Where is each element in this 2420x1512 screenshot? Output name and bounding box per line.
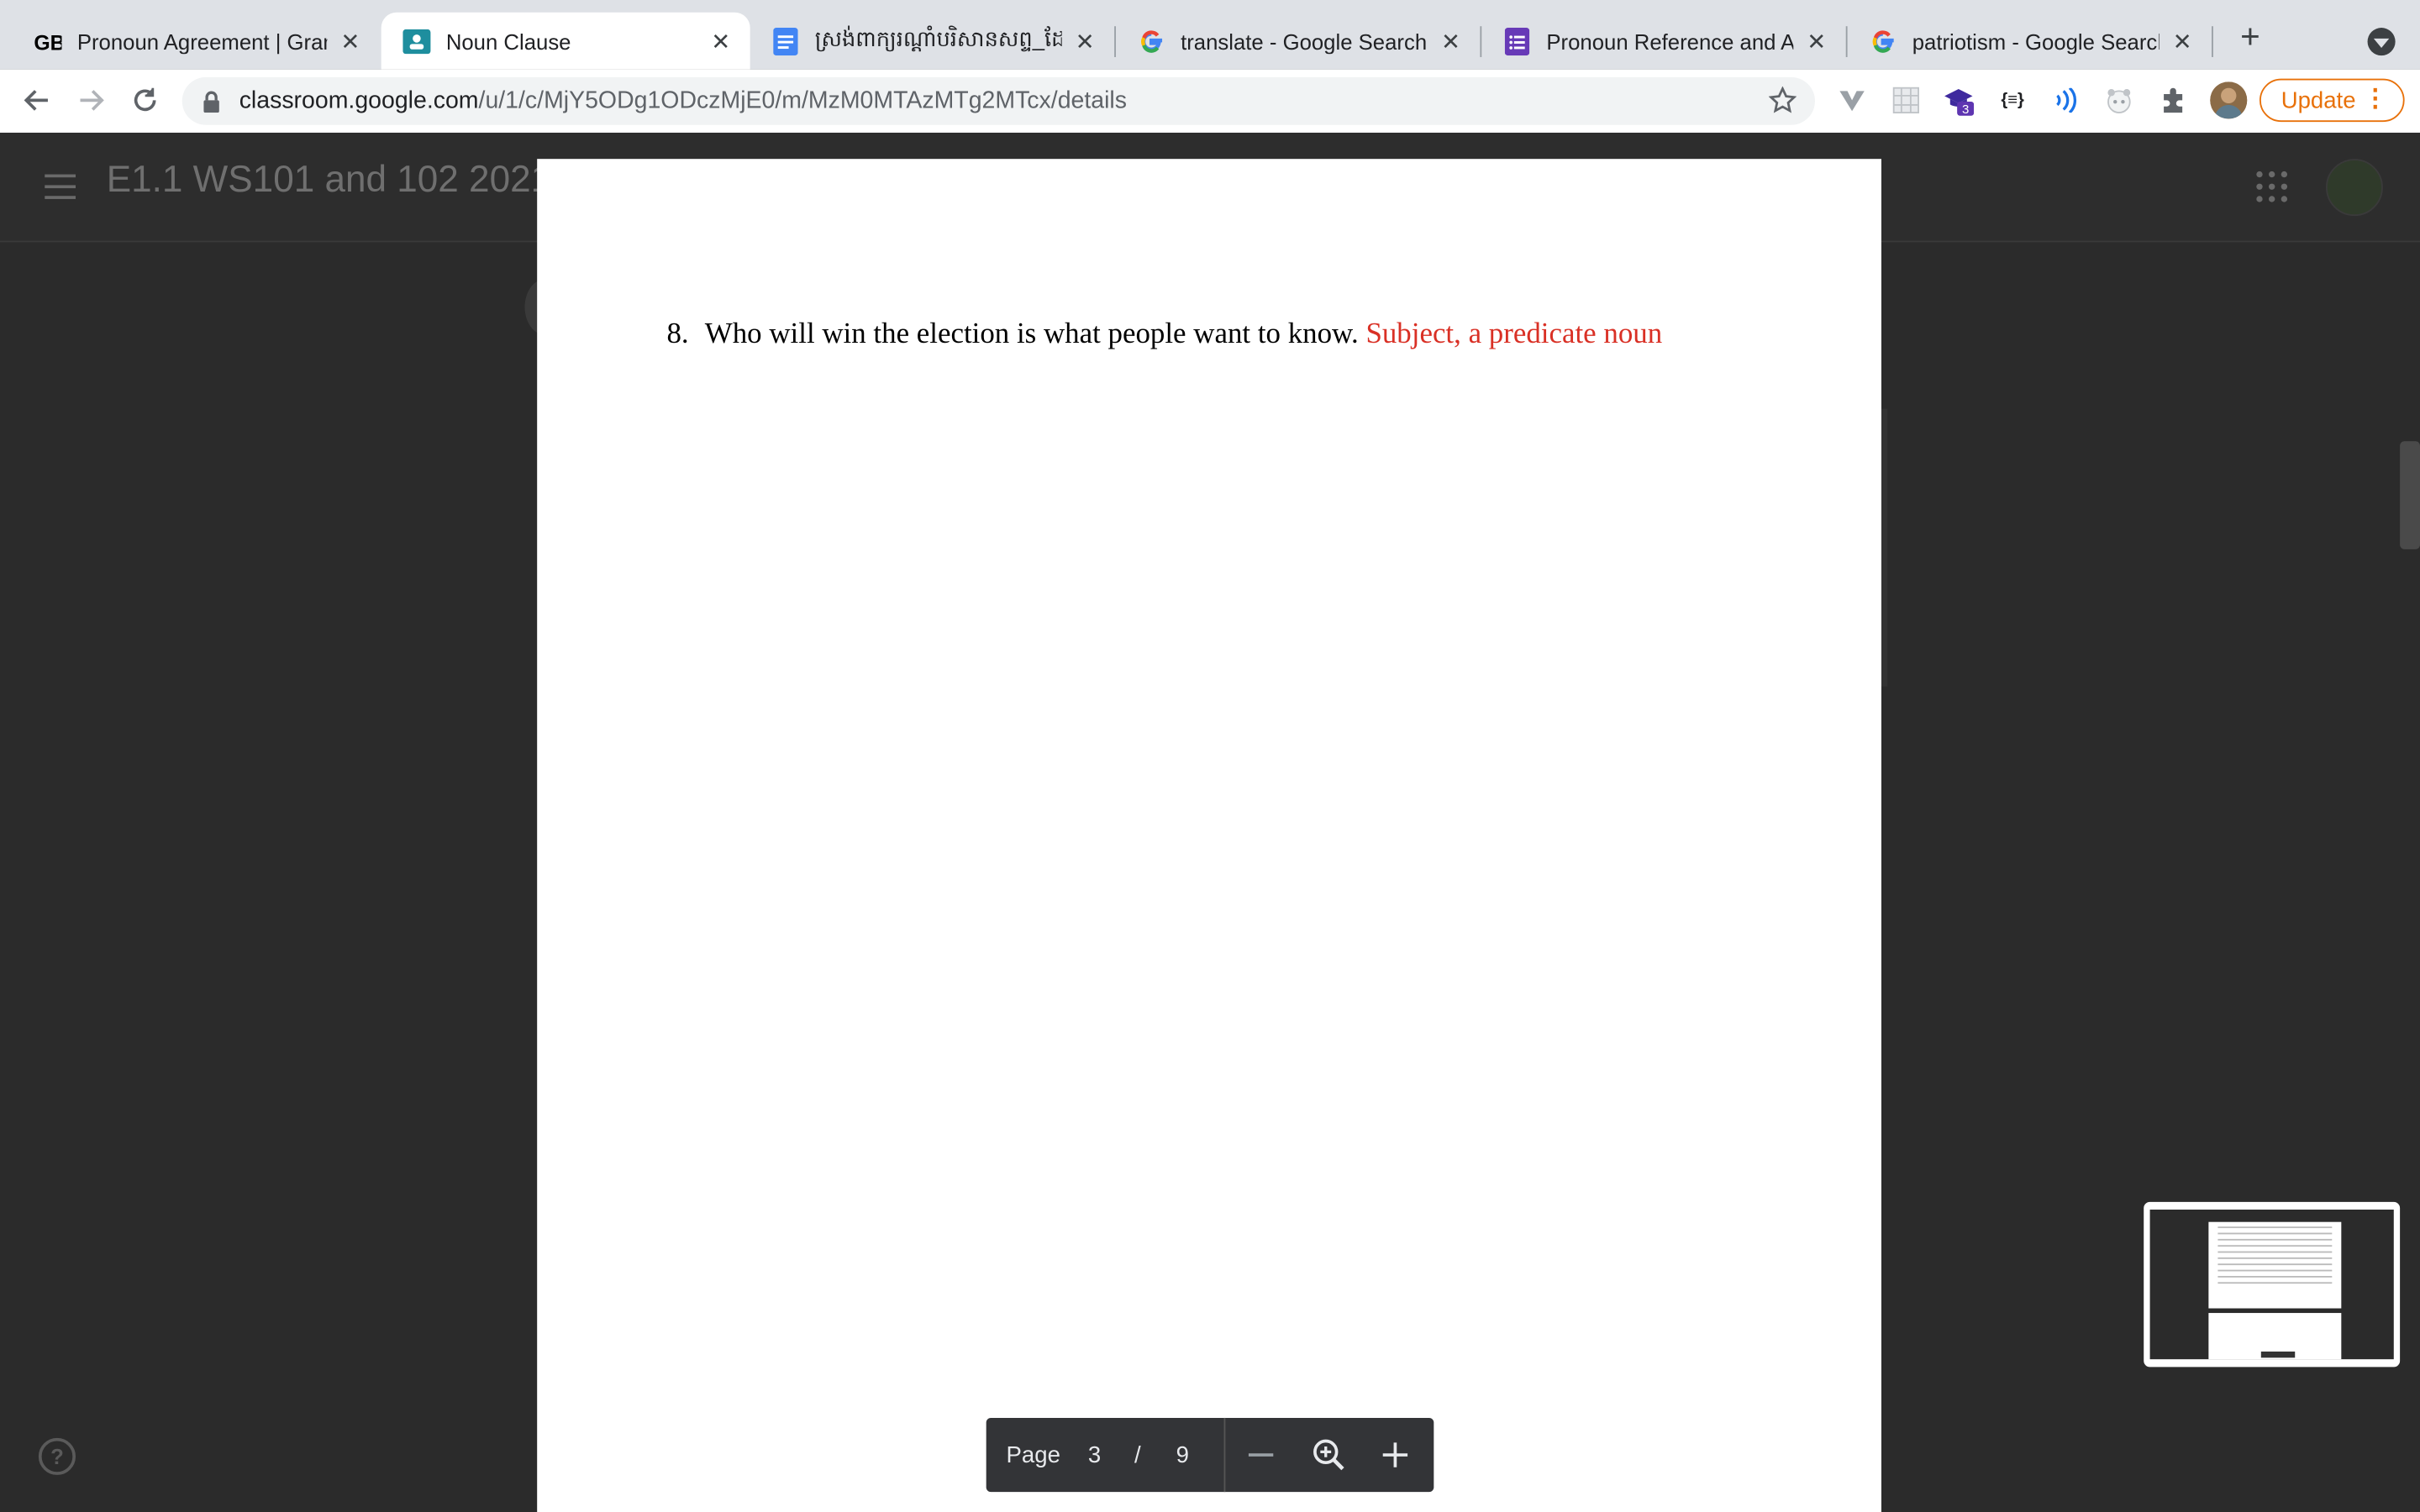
zoom-out-button[interactable] xyxy=(1247,1418,1275,1492)
google-icon xyxy=(1869,27,1897,55)
tab-title: Pronoun Reference and Agr xyxy=(1546,28,1794,54)
more-vert-icon: ⋮ xyxy=(2363,86,2388,113)
thumbnail-controls xyxy=(2260,1351,2296,1358)
tab-title: Pronoun Agreement | Gramm xyxy=(76,28,328,54)
close-tab-icon[interactable]: ✕ xyxy=(2169,27,2196,55)
classroom-icon xyxy=(402,27,431,55)
tab-strip: GB! Pronoun Agreement | Gramm ✕ Noun Cla… xyxy=(0,0,2420,70)
json-formatter-extension-icon[interactable]: {≡} xyxy=(1997,85,2028,116)
tab-patriotism-search[interactable]: patriotism - Google Search ✕ xyxy=(1848,13,2212,70)
read-aloud-extension-icon[interactable] xyxy=(2049,85,2081,116)
plus-icon xyxy=(1382,1442,1408,1467)
google-docs-icon xyxy=(771,27,799,55)
new-tab-button[interactable]: + xyxy=(2232,18,2269,55)
scrollbar-thumb[interactable] xyxy=(2400,441,2420,549)
lock-icon[interactable] xyxy=(203,91,221,120)
current-page-input[interactable]: 3 xyxy=(1088,1418,1101,1492)
bookmark-star-icon[interactable] xyxy=(1768,86,1797,122)
hamburger-menu-icon[interactable] xyxy=(45,174,76,207)
thumbnail-page xyxy=(2208,1221,2342,1309)
profile-avatar[interactable] xyxy=(2210,81,2248,119)
forward-arrow-icon xyxy=(80,90,104,111)
page-label: Page xyxy=(1006,1441,1060,1468)
answer-text: Subject, a predicate noun xyxy=(1365,318,1663,350)
document-page: 8. Who will win the election is what peo… xyxy=(537,159,1881,1512)
update-label: Update xyxy=(2281,87,2356,113)
tab-title: ស្រង់ពាក្យរណ្តាំបរិសានសព្ទ_ដែលផ្ទៀ xyxy=(814,26,1062,51)
tab-khmer-doc[interactable]: ស្រង់ពាក្យរណ្តាំបរិសានសព្ទ_ដែលផ្ទៀ ✕ xyxy=(750,13,1114,70)
document-sentence-line: 8. Who will win the election is what peo… xyxy=(666,318,1662,351)
thumbnail-image xyxy=(2149,1210,2394,1360)
reload-button[interactable] xyxy=(127,81,164,118)
update-button[interactable]: Update ⋮ xyxy=(2259,78,2405,123)
tab-title: patriotism - Google Search xyxy=(1912,28,2160,54)
address-bar[interactable]: classroom.google.com/u/1/c/MjY5ODg1ODczM… xyxy=(182,76,1815,125)
panda-extension-icon[interactable] xyxy=(2103,85,2134,116)
url-path: /u/1/c/MjY5ODg1ODczMjE0/m/MzM0MTAzMTg2MT… xyxy=(478,87,1127,114)
page-controls: Page 3 / 9 xyxy=(986,1417,1434,1493)
reload-icon xyxy=(134,87,156,112)
tab-pronoun-reference[interactable]: Pronoun Reference and Agr ✕ xyxy=(1481,13,1845,70)
total-pages: 9 xyxy=(1176,1441,1189,1468)
puzzle-extensions-icon[interactable] xyxy=(2158,85,2189,116)
screen-thumbnail-preview[interactable] xyxy=(2144,1201,2401,1368)
zoom-fit-button[interactable] xyxy=(1312,1418,1345,1492)
browser-toolbar: classroom.google.com/u/1/c/MjY5ODg1ODczM… xyxy=(0,69,2420,134)
close-tab-icon[interactable]: ✕ xyxy=(1437,27,1465,55)
sentence-text: Who will win the election is what people… xyxy=(704,318,1359,350)
zoom-in-button[interactable] xyxy=(1381,1418,1409,1492)
tab-translate-search[interactable]: translate - Google Search ✕ xyxy=(1116,13,1480,70)
tab-separator xyxy=(2212,26,2213,57)
close-tab-icon[interactable]: ✕ xyxy=(1802,27,1830,55)
tab-pronoun-agreement[interactable]: GB! Pronoun Agreement | Gramm ✕ xyxy=(13,13,380,70)
class-title: E1.1 WS101 and 102 2021 xyxy=(106,159,552,201)
tab-search-icon[interactable] xyxy=(2367,28,2396,56)
google-apps-icon[interactable] xyxy=(2256,171,2288,202)
svg-text:3: 3 xyxy=(1962,102,1969,117)
minus-icon xyxy=(1248,1453,1274,1457)
svg-text:GB!: GB! xyxy=(34,32,61,54)
close-tab-icon[interactable]: ✕ xyxy=(707,27,734,55)
forward-button[interactable] xyxy=(72,81,109,118)
close-tab-icon[interactable]: ✕ xyxy=(336,27,364,55)
tab-noun-clause[interactable]: Noun Clause ✕ xyxy=(381,12,750,70)
line-number: 8. xyxy=(666,318,689,350)
zoom-magnifier-icon xyxy=(1313,1439,1344,1471)
google-icon xyxy=(1138,27,1165,55)
grammarbook-icon: GB! xyxy=(34,27,61,55)
grid-extension-icon[interactable] xyxy=(1891,85,1922,116)
url-text: classroom.google.com/u/1/c/MjY5ODg1ODczM… xyxy=(239,88,1127,116)
background-panel-edge xyxy=(1881,408,1888,687)
vimeo-extension-icon[interactable] xyxy=(1837,85,1868,116)
back-button[interactable] xyxy=(18,81,55,118)
page-separator: / xyxy=(1134,1441,1141,1468)
controls-divider xyxy=(1223,1417,1226,1493)
url-domain: classroom.google.com xyxy=(239,87,479,114)
help-icon[interactable]: ? xyxy=(38,1437,76,1475)
graduation-cap-extension-icon[interactable]: 3 xyxy=(1943,85,1975,117)
google-forms-icon xyxy=(1503,27,1531,55)
close-tab-icon[interactable]: ✕ xyxy=(1071,27,1099,55)
back-arrow-icon xyxy=(24,90,48,111)
tab-title: translate - Google Search xyxy=(1181,28,1428,54)
tab-title: Noun Clause xyxy=(445,28,571,54)
account-avatar[interactable] xyxy=(2325,159,2383,217)
